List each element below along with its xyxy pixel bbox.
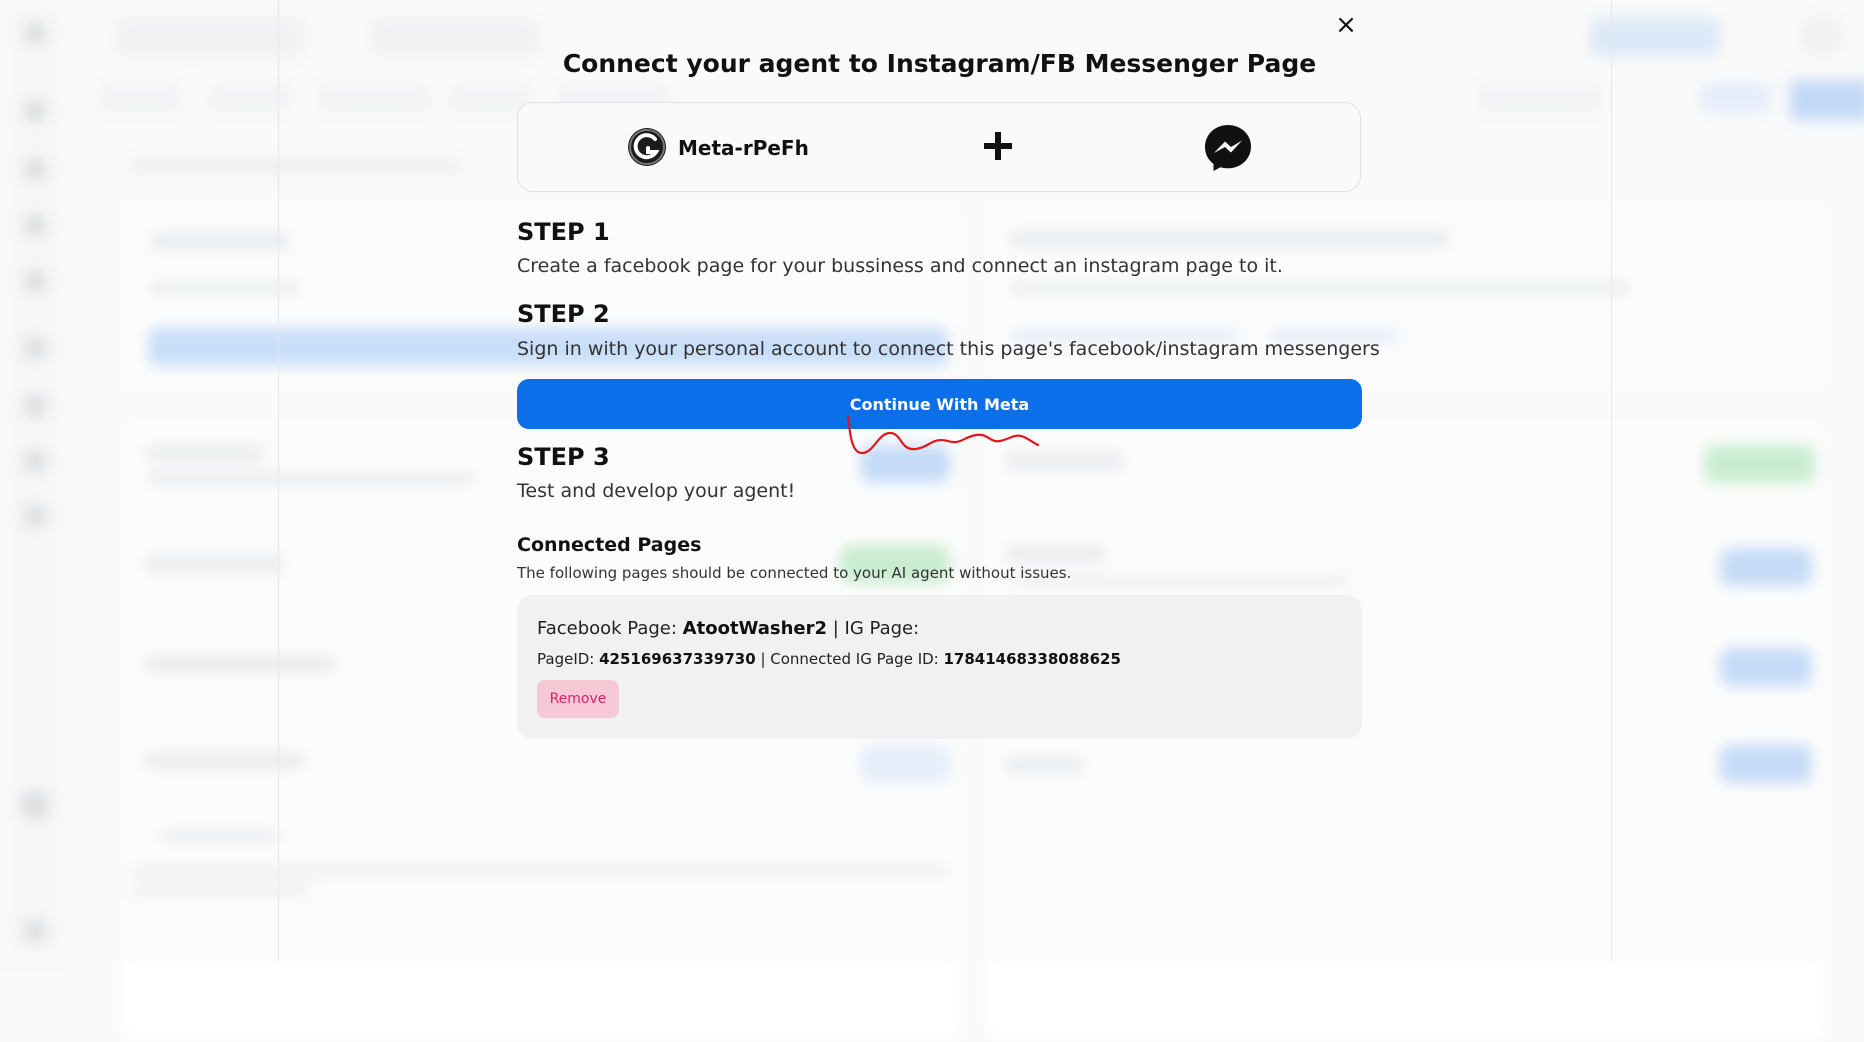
- connection-header: Meta-rPeFh: [517, 102, 1361, 192]
- step-2-heading: STEP 2: [517, 300, 610, 328]
- ig-page-id-label: | Connected IG Page ID:: [755, 650, 944, 668]
- modal-title: Connect your agent to Instagram/FB Messe…: [562, 49, 1317, 78]
- step-1-text: Create a facebook page for your bussines…: [517, 255, 1283, 277]
- messenger-icon: [1203, 123, 1253, 173]
- agent-name: Meta-rPeFh: [678, 136, 809, 160]
- step-3-heading: STEP 3: [517, 443, 610, 471]
- connected-pages-title: Connected Pages: [517, 534, 702, 556]
- ig-page-label: | IG Page:: [827, 618, 920, 639]
- modal-left-edge: [278, 0, 279, 961]
- ig-page-id-value: 17841468338088625: [943, 650, 1121, 668]
- modal-right-edge: [1611, 0, 1612, 961]
- page-id-value: 425169637339730: [599, 650, 756, 668]
- facebook-page-name: AtootWasher2: [682, 618, 828, 639]
- agent-logo-icon: [628, 128, 666, 166]
- connected-page-card: Facebook Page: AtootWasher2 | IG Page: P…: [517, 595, 1362, 739]
- continue-with-meta-button[interactable]: Continue With Meta: [517, 379, 1362, 429]
- plus-icon: [981, 129, 1015, 163]
- step-3-text: Test and develop your agent!: [517, 480, 796, 502]
- remove-button[interactable]: Remove: [537, 680, 619, 718]
- page-names-line: Facebook Page: AtootWasher2 | IG Page:: [537, 618, 919, 639]
- close-icon[interactable]: ×: [1331, 10, 1361, 40]
- step-1-heading: STEP 1: [517, 218, 610, 246]
- page-id-label: PageID:: [537, 650, 600, 668]
- page-ids-line: PageID: 425169637339730 | Connected IG P…: [537, 650, 1121, 668]
- step-2-text: Sign in with your personal account to co…: [517, 338, 1380, 360]
- facebook-page-label: Facebook Page:: [537, 618, 683, 639]
- connected-pages-description: The following pages should be connected …: [517, 564, 1072, 582]
